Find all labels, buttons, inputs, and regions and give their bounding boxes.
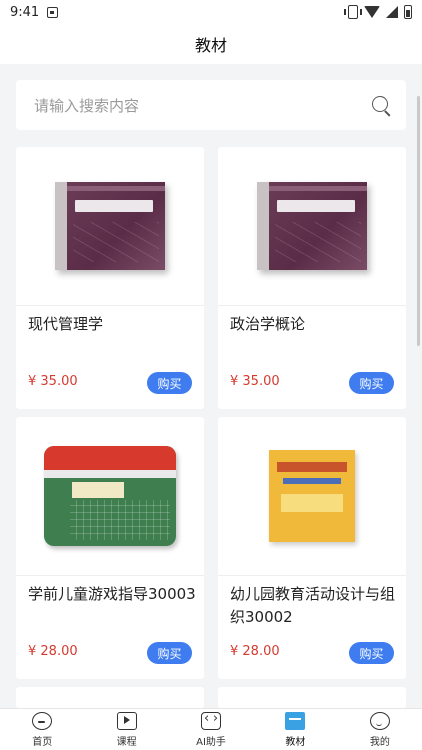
bottom-tab-bar: 首页 课程 AI助手 教材 我的	[0, 708, 422, 750]
textbook-cover	[269, 450, 355, 542]
battery-icon	[404, 5, 412, 19]
scrollbar[interactable]	[417, 96, 420, 346]
notification-icon	[47, 6, 59, 18]
tab-course[interactable]: 课程	[84, 709, 168, 750]
course-play-icon	[116, 711, 137, 730]
book-cover-image[interactable]	[16, 417, 204, 575]
tab-mine[interactable]: 我的	[338, 709, 422, 750]
signal-icon	[386, 6, 398, 18]
tab-label: 课程	[116, 736, 137, 748]
vibrate-icon	[344, 5, 362, 19]
product-price: ¥ 35.00	[28, 374, 78, 389]
page-header: 教材	[0, 24, 422, 64]
card-divider	[16, 575, 204, 576]
tab-label: 我的	[369, 736, 390, 748]
product-price: ¥ 28.00	[230, 644, 280, 659]
product-title[interactable]: 学前儿童游戏指导30003	[28, 583, 196, 606]
product-card[interactable]	[16, 687, 204, 708]
status-time: 9:41	[10, 4, 40, 20]
book-icon	[285, 711, 306, 730]
card-divider	[218, 575, 406, 576]
status-icons	[344, 5, 412, 19]
buy-button[interactable]: 购买	[349, 372, 394, 394]
textbook-cover	[44, 446, 176, 546]
tab-label: 教材	[285, 736, 306, 748]
book-cover-image[interactable]	[218, 147, 406, 305]
search-icon[interactable]	[370, 94, 392, 116]
search-input[interactable]: 请输入搜索内容	[34, 95, 139, 116]
buy-button[interactable]: 购买	[147, 372, 192, 394]
card-divider	[16, 305, 204, 306]
home-face-icon	[32, 711, 53, 730]
product-card[interactable]: 现代管理学 ¥ 35.00 购买	[16, 147, 204, 409]
textbook-cover	[257, 182, 367, 270]
status-bar: 9:41	[0, 0, 422, 24]
buy-button[interactable]: 购买	[349, 642, 394, 664]
tab-label: 首页	[32, 736, 53, 748]
book-cover-image[interactable]	[16, 147, 204, 305]
tab-home[interactable]: 首页	[0, 709, 84, 750]
product-price: ¥ 35.00	[230, 374, 280, 389]
textbook-cover	[55, 182, 165, 270]
product-title[interactable]: 幼儿园教育活动设计与组织30002	[230, 583, 398, 629]
tab-textbook[interactable]: 教材	[253, 709, 337, 750]
product-card[interactable]: 政治学概论 ¥ 35.00 购买	[218, 147, 406, 409]
tab-label: AI助手	[196, 736, 226, 748]
product-title[interactable]: 政治学概论	[230, 313, 398, 336]
tab-ai-assistant[interactable]: AI助手	[169, 709, 253, 750]
product-card[interactable]: 幼儿园教育活动设计与组织30002 ¥ 28.00 购买	[218, 417, 406, 679]
card-divider	[218, 305, 406, 306]
product-card[interactable]: 学前儿童游戏指导30003 ¥ 28.00 购买	[16, 417, 204, 679]
buy-button[interactable]: 购买	[147, 642, 192, 664]
product-price: ¥ 28.00	[28, 644, 78, 659]
wifi-icon	[364, 6, 380, 18]
search-bar[interactable]: 请输入搜索内容	[16, 80, 406, 130]
book-cover-image[interactable]	[218, 417, 406, 575]
profile-face-icon	[369, 711, 390, 730]
product-card[interactable]	[218, 687, 406, 708]
product-title[interactable]: 现代管理学	[28, 313, 196, 336]
page-title: 教材	[194, 36, 227, 55]
ai-assistant-icon	[201, 711, 222, 730]
